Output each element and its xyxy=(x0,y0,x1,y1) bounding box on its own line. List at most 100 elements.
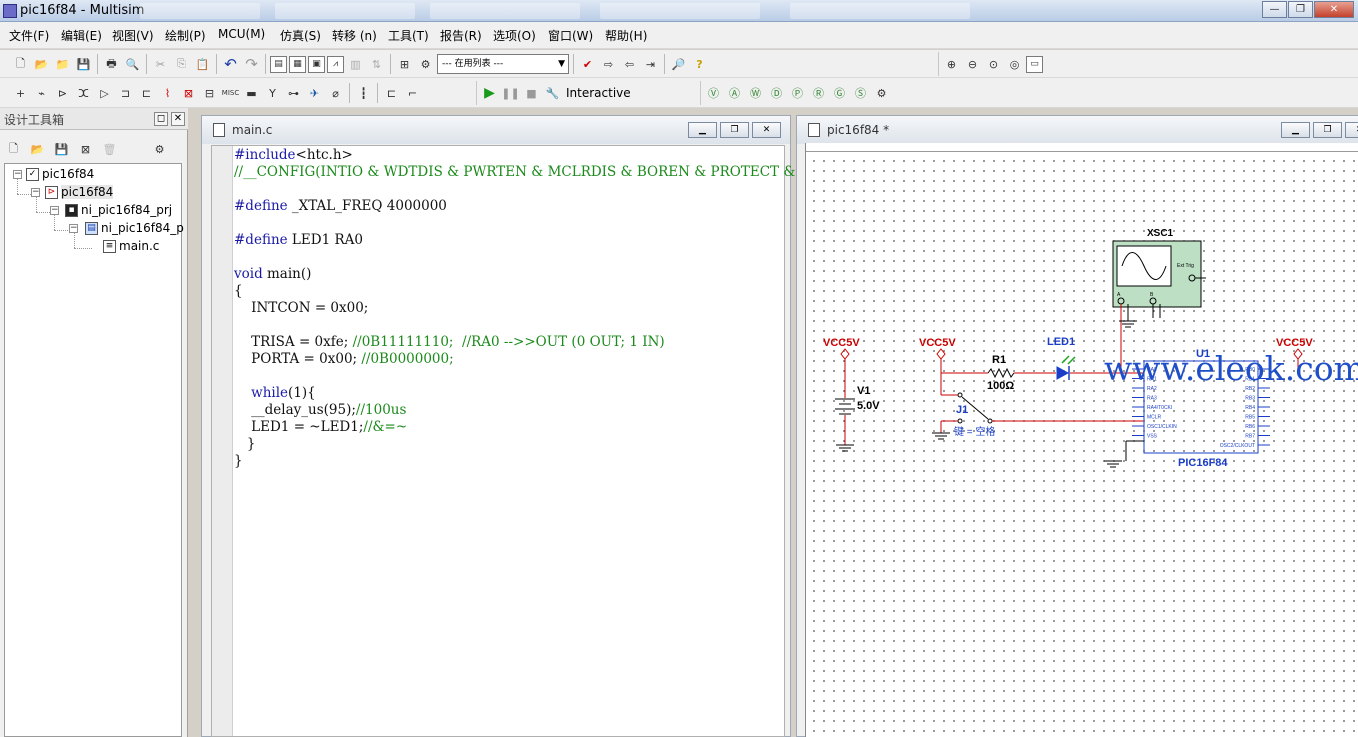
transfer-icon[interactable]: ⇥ xyxy=(641,55,660,74)
open-sample-icon[interactable]: 📁 xyxy=(53,55,72,74)
tree-collapse-toggle[interactable]: − xyxy=(69,224,78,233)
erc-check-icon[interactable]: ✔ xyxy=(578,55,597,74)
mcu-component-icon[interactable]: ⌀ xyxy=(326,84,345,103)
close-design-icon[interactable]: ⊠ xyxy=(76,140,95,159)
zoom-out-icon[interactable]: ⊖ xyxy=(963,55,982,74)
save-icon[interactable]: 💾 xyxy=(74,55,93,74)
zoom-area-icon[interactable]: ⊙ xyxy=(984,55,1003,74)
indicator-component-icon[interactable]: ⊠ xyxy=(179,84,198,103)
print-preview-icon[interactable]: 🔍 xyxy=(123,55,142,74)
v1-battery[interactable]: V1 5.0V xyxy=(835,359,880,445)
pin-icon[interactable]: ◻ xyxy=(154,112,168,126)
mixed-component-icon[interactable]: ⌇ xyxy=(158,84,177,103)
menu-place[interactable]: 绘制(P) xyxy=(165,27,206,44)
menu-mcu[interactable]: MCU(M) xyxy=(218,27,265,41)
misc-component-icon[interactable]: MISC xyxy=(221,84,240,103)
print-icon[interactable]: 🖶 xyxy=(102,55,121,74)
tree-collapse-toggle[interactable]: − xyxy=(31,188,40,197)
menu-file[interactable]: 文件(F) xyxy=(9,27,49,44)
menu-window[interactable]: 窗口(W) xyxy=(548,27,593,44)
j1-switch[interactable]: J1 键 = 空格 xyxy=(940,392,995,438)
paste-icon[interactable]: 📋 xyxy=(193,55,212,74)
new-file-icon[interactable]: 🗋 xyxy=(11,55,30,74)
tree-node-file[interactable]: ≡ main.c xyxy=(103,239,159,253)
bus-icon[interactable]: ┇ xyxy=(354,84,373,103)
electromechanical-component-icon[interactable]: ⊶ xyxy=(284,84,303,103)
open-design-icon[interactable]: 📂 xyxy=(28,140,47,159)
code-restore-button[interactable]: ❐ xyxy=(720,122,749,138)
ni-component-icon[interactable]: ✈ xyxy=(305,84,324,103)
probe-differential-icon[interactable]: Ⓓ xyxy=(767,84,786,103)
probe-voltage-current-icon[interactable]: Ⓟ xyxy=(788,84,807,103)
code-minimize-button[interactable]: ▁ xyxy=(688,122,717,138)
menu-transfer[interactable]: 转移 (n) xyxy=(332,27,377,44)
source-component-icon[interactable]: + xyxy=(11,84,30,103)
probe-digital-icon[interactable]: Ⓖ xyxy=(830,84,849,103)
menu-tools[interactable]: 工具(T) xyxy=(388,27,429,44)
postprocessor-icon[interactable]: ▥ xyxy=(346,55,365,74)
tree-node-root[interactable]: ✓ pic16f84 xyxy=(26,167,94,181)
menu-simulate[interactable]: 仿真(S) xyxy=(280,27,321,44)
database-icon[interactable]: ▣ xyxy=(308,55,325,73)
help-icon[interactable]: ? xyxy=(690,55,709,74)
zoom-fit-icon[interactable]: ◎ xyxy=(1005,55,1024,74)
probe-current-icon[interactable]: Ⓐ xyxy=(725,84,744,103)
minimize-button[interactable]: — xyxy=(1262,1,1287,18)
menu-help[interactable]: 帮助(H) xyxy=(605,27,647,44)
close-button[interactable]: ✕ xyxy=(1314,1,1354,18)
undo-icon[interactable]: ↶ xyxy=(221,55,240,74)
grapher-icon[interactable]: ⩘ xyxy=(327,55,344,73)
schematic-restore-button[interactable]: ❐ xyxy=(1313,122,1342,138)
cut-icon[interactable]: ✂ xyxy=(151,55,170,74)
menu-options[interactable]: 选项(O) xyxy=(493,27,536,44)
probe-voltage-icon[interactable]: Ⓥ xyxy=(704,84,723,103)
restore-button[interactable]: ❐ xyxy=(1288,1,1313,18)
fullscreen-icon[interactable]: ▭ xyxy=(1026,55,1043,73)
new-design-icon[interactable]: 🗋 xyxy=(4,140,23,159)
toggle-toolbox-icon[interactable]: ▤ xyxy=(270,55,287,73)
in-use-list-dropdown[interactable]: --- 在用列表 --- ▼ xyxy=(437,54,569,74)
r1-resistor[interactable]: R1 100Ω xyxy=(987,354,1015,392)
tree-collapse-toggle[interactable]: − xyxy=(50,206,59,215)
code-close-button[interactable]: ✕ xyxy=(752,122,781,138)
peripheral-component-icon[interactable]: ▬ xyxy=(242,84,261,103)
copy-icon[interactable]: ⎘ xyxy=(172,55,191,74)
resistor-component-icon[interactable]: ⌁ xyxy=(32,84,51,103)
run-simulation-icon[interactable]: ▶ xyxy=(480,84,499,103)
stop-simulation-icon[interactable]: ■ xyxy=(522,84,541,103)
find-icon[interactable]: 🔎 xyxy=(669,55,688,74)
analog-component-icon[interactable]: ▷ xyxy=(95,84,114,103)
menu-reports[interactable]: 报告(R) xyxy=(440,27,482,44)
power-component-icon[interactable]: ⊟ xyxy=(200,84,219,103)
tree-node-project[interactable]: ▪ ni_pic16f84_prj xyxy=(65,203,172,217)
diode-component-icon[interactable]: ⊳ xyxy=(53,84,72,103)
interactive-mode-label[interactable]: Interactive xyxy=(566,86,631,100)
forward-annotate-icon[interactable]: ⇦ xyxy=(620,55,639,74)
gear-icon[interactable]: ⚙ xyxy=(872,84,891,103)
hierarchical-block-icon[interactable]: ⊏ xyxy=(382,84,401,103)
code-editor[interactable]: #include<htc.h>//__CONFIG(INTIO & WDTDIS… xyxy=(211,145,835,737)
probe-reference-icon[interactable]: Ⓡ xyxy=(809,84,828,103)
schematic-minimize-button[interactable]: ▁ xyxy=(1281,122,1310,138)
toolbox-options-icon[interactable]: ⚙ xyxy=(150,140,169,159)
hierarchy-icon[interactable]: ⊞ xyxy=(395,55,414,74)
spreadsheet-icon[interactable]: ▦ xyxy=(289,55,306,73)
back-annotate-icon[interactable]: ⇨ xyxy=(599,55,618,74)
tree-node-design[interactable]: ⊳ pic16f84 xyxy=(45,185,114,199)
close-icon[interactable]: ✕ xyxy=(171,112,185,126)
rf-component-icon[interactable]: Y xyxy=(263,84,282,103)
schematic-close-button[interactable]: ✕ xyxy=(1345,122,1358,138)
save-design-icon[interactable]: 💾 xyxy=(52,140,71,159)
transistor-component-icon[interactable]: ⵋ xyxy=(74,84,93,103)
pause-simulation-icon[interactable]: ❚❚ xyxy=(501,84,520,103)
menu-edit[interactable]: 编辑(E) xyxy=(61,27,102,44)
xsc1-oscilloscope[interactable]: XSC1 Ext Trig A B xyxy=(1112,228,1206,308)
wire-icon[interactable]: ⌐ xyxy=(403,84,422,103)
open-folder-icon[interactable]: 📂 xyxy=(32,55,51,74)
probe-settings-icon[interactable]: Ⓢ xyxy=(851,84,870,103)
menu-view[interactable]: 视图(V) xyxy=(112,27,154,44)
zoom-in-icon[interactable]: ⊕ xyxy=(942,55,961,74)
component-wizard-icon[interactable]: ⚙ xyxy=(416,55,435,74)
tree-node-subproject[interactable]: ▤ ni_pic16f84_p xyxy=(85,221,184,235)
ttl-component-icon[interactable]: ⊐ xyxy=(116,84,135,103)
